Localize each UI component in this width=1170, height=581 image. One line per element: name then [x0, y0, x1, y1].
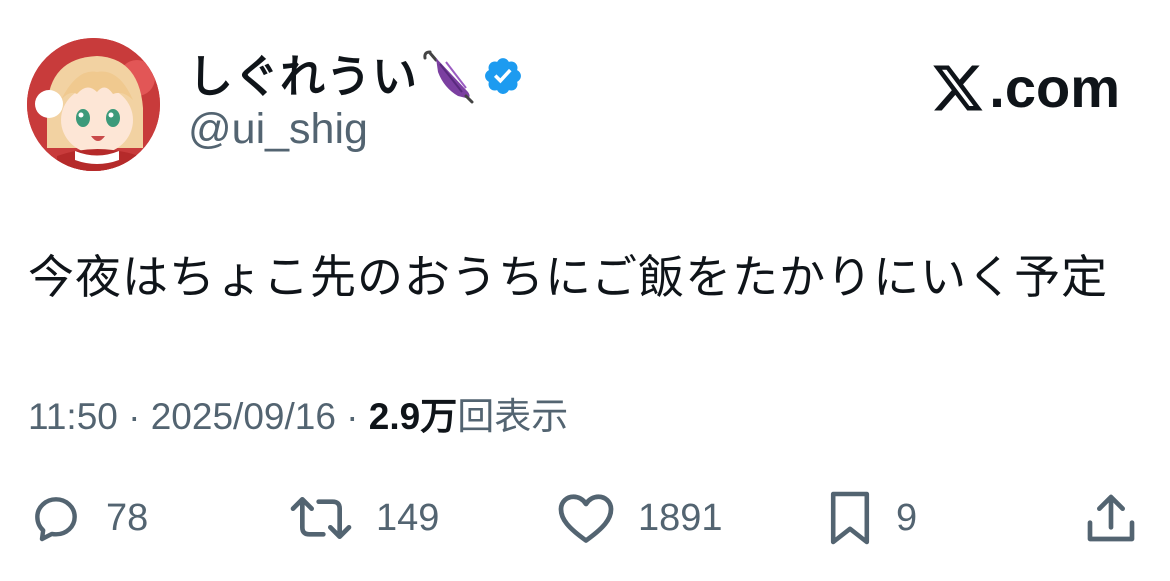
closed-umbrella-icon [422, 48, 476, 104]
retweet-icon [288, 490, 354, 546]
author-handle[interactable]: @ui_shig [188, 108, 368, 151]
avatar[interactable] [27, 38, 160, 171]
verified-badge-icon[interactable] [482, 55, 524, 97]
tweet-text: 今夜はちょこ先のおうちにご飯をたかりにいく予定 [28, 251, 1109, 303]
like-button[interactable]: 1891 [556, 490, 723, 546]
like-count: 1891 [638, 497, 723, 539]
retweet-count: 149 [376, 497, 440, 539]
author-display-name[interactable]: しぐれうい [188, 54, 418, 99]
tweet-timestamp[interactable]: 11:50 · 2025/09/16 · [28, 396, 369, 437]
x-logo-icon [931, 63, 985, 113]
heart-icon [556, 490, 616, 546]
reply-button[interactable]: 78 [28, 490, 148, 546]
bookmark-icon [826, 489, 874, 547]
share-button[interactable] [1085, 490, 1137, 546]
brand-label: .com [989, 56, 1120, 119]
views-label: 回表示 [457, 396, 569, 437]
reply-count: 78 [106, 497, 149, 539]
share-icon [1085, 490, 1137, 546]
avatar-image [27, 38, 160, 171]
x-com-brand: .com [931, 60, 1120, 116]
retweet-button[interactable]: 149 [288, 490, 439, 546]
views-count: 2.9万 [368, 396, 458, 437]
bookmark-count: 9 [896, 497, 918, 539]
reply-icon [28, 490, 84, 546]
tweet-meta: 11:50 · 2025/09/16 · 2.9万回表示 [28, 395, 568, 439]
bookmark-button[interactable]: 9 [826, 490, 917, 546]
author-name-row: しぐれうい [188, 46, 524, 106]
